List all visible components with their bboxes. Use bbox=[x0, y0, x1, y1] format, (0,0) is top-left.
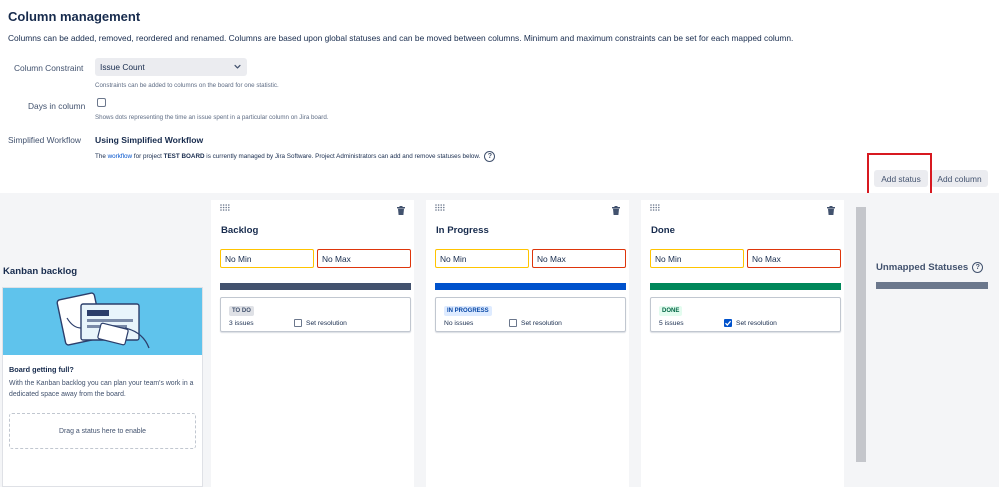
status-issue-count: 5 issues bbox=[659, 320, 684, 327]
checkmark-icon bbox=[725, 320, 732, 326]
trash-icon[interactable] bbox=[397, 206, 405, 215]
trash-icon[interactable] bbox=[612, 206, 620, 215]
status-issue-count: 3 issues bbox=[229, 320, 254, 327]
chevron-down-icon bbox=[234, 64, 241, 69]
column-name[interactable]: In Progress bbox=[436, 225, 489, 236]
status-lozenge: TO DO bbox=[229, 306, 254, 316]
unmapped-statuses-label: Unmapped Statuses bbox=[876, 262, 969, 273]
workflow-desc-text: The bbox=[95, 153, 106, 160]
column-status-bar bbox=[435, 283, 626, 290]
column-name[interactable]: Backlog bbox=[221, 225, 258, 236]
set-resolution-checkbox[interactable] bbox=[294, 319, 302, 327]
drag-handle-icon[interactable] bbox=[435, 204, 446, 211]
column-max-input[interactable]: No Max bbox=[317, 249, 411, 268]
backlog-heading: Board getting full? bbox=[9, 365, 74, 374]
drag-handle-icon[interactable] bbox=[650, 204, 661, 211]
column-in-progress[interactable]: In Progress No Min No Max IN PROGRESS No… bbox=[426, 200, 629, 487]
column-constraint-select[interactable]: Issue Count bbox=[95, 58, 247, 76]
page-title: Column management bbox=[8, 9, 141, 24]
days-in-column-help: Shows dots representing the time an issu… bbox=[95, 114, 329, 121]
unmapped-statuses-title: Unmapped Statuses ? bbox=[876, 262, 984, 273]
column-board: Kanban backlog Board getting full? With … bbox=[0, 193, 999, 487]
simplified-workflow-description: The workflow for project TEST BOARD is c… bbox=[95, 151, 496, 162]
column-constraint-label: Column Constraint bbox=[14, 63, 84, 73]
drag-handle-icon[interactable] bbox=[220, 204, 231, 211]
question-circle-icon[interactable]: ? bbox=[972, 262, 984, 273]
simplified-workflow-title: Using Simplified Workflow bbox=[95, 135, 204, 145]
column-name[interactable]: Done bbox=[651, 225, 675, 236]
workflow-desc-text: for project bbox=[133, 153, 162, 160]
status-card[interactable]: DONE 5 issues Set resolution bbox=[650, 297, 841, 332]
column-constraint-value: Issue Count bbox=[100, 62, 145, 72]
kanban-backlog-card: Board getting full? With the Kanban back… bbox=[2, 287, 203, 487]
set-resolution-label: Set resolution bbox=[521, 320, 562, 327]
workflow-link[interactable]: workflow bbox=[108, 153, 133, 160]
column-max-input[interactable]: No Max bbox=[747, 249, 841, 268]
column-status-bar bbox=[220, 283, 411, 290]
question-circle-icon[interactable]: ? bbox=[484, 151, 496, 162]
set-resolution-checkbox[interactable] bbox=[724, 319, 732, 327]
set-resolution-checkbox[interactable] bbox=[509, 319, 517, 327]
column-constraint-help: Constraints can be added to columns on t… bbox=[95, 82, 279, 89]
board-illustration bbox=[3, 288, 202, 355]
set-resolution-label: Set resolution bbox=[736, 320, 777, 327]
kanban-backlog-column: Kanban backlog Board getting full? With … bbox=[0, 193, 205, 487]
kanban-backlog-title: Kanban backlog bbox=[3, 266, 78, 277]
days-in-column-label: Days in column bbox=[28, 101, 86, 111]
status-issue-count: No issues bbox=[444, 320, 474, 327]
status-lozenge: IN PROGRESS bbox=[444, 306, 492, 316]
status-card[interactable]: IN PROGRESS No issues Set resolution bbox=[435, 297, 626, 332]
unmapped-status-bar bbox=[876, 282, 988, 289]
column-min-input[interactable]: No Min bbox=[650, 249, 744, 268]
backlog-description: With the Kanban backlog you can plan you… bbox=[9, 380, 194, 398]
status-card[interactable]: TO DO 3 issues Set resolution bbox=[220, 297, 411, 332]
column-max-input[interactable]: No Max bbox=[532, 249, 626, 268]
backlog-drop-zone[interactable]: Drag a status here to enable bbox=[9, 413, 196, 449]
column-min-input[interactable]: No Min bbox=[435, 249, 529, 268]
board-scrollbar[interactable] bbox=[856, 207, 866, 462]
column-done[interactable]: Done No Min No Max DONE 5 issues Set res… bbox=[641, 200, 844, 487]
column-status-bar bbox=[650, 283, 841, 290]
column-min-input[interactable]: No Min bbox=[220, 249, 314, 268]
status-lozenge: DONE bbox=[659, 306, 683, 316]
set-resolution-label: Set resolution bbox=[306, 320, 347, 327]
column-backlog[interactable]: Backlog No Min No Max TO DO 3 issues Set… bbox=[211, 200, 414, 487]
workflow-desc-text: is currently managed by Jira Software. P… bbox=[206, 153, 481, 160]
days-in-column-checkbox[interactable] bbox=[97, 98, 106, 107]
add-column-button[interactable]: Add column bbox=[931, 170, 988, 187]
trash-icon[interactable] bbox=[827, 206, 835, 215]
project-name: TEST BOARD bbox=[163, 153, 205, 160]
page-description: Columns can be added, removed, reordered… bbox=[8, 33, 794, 43]
simplified-workflow-label: Simplified Workflow bbox=[8, 135, 81, 145]
